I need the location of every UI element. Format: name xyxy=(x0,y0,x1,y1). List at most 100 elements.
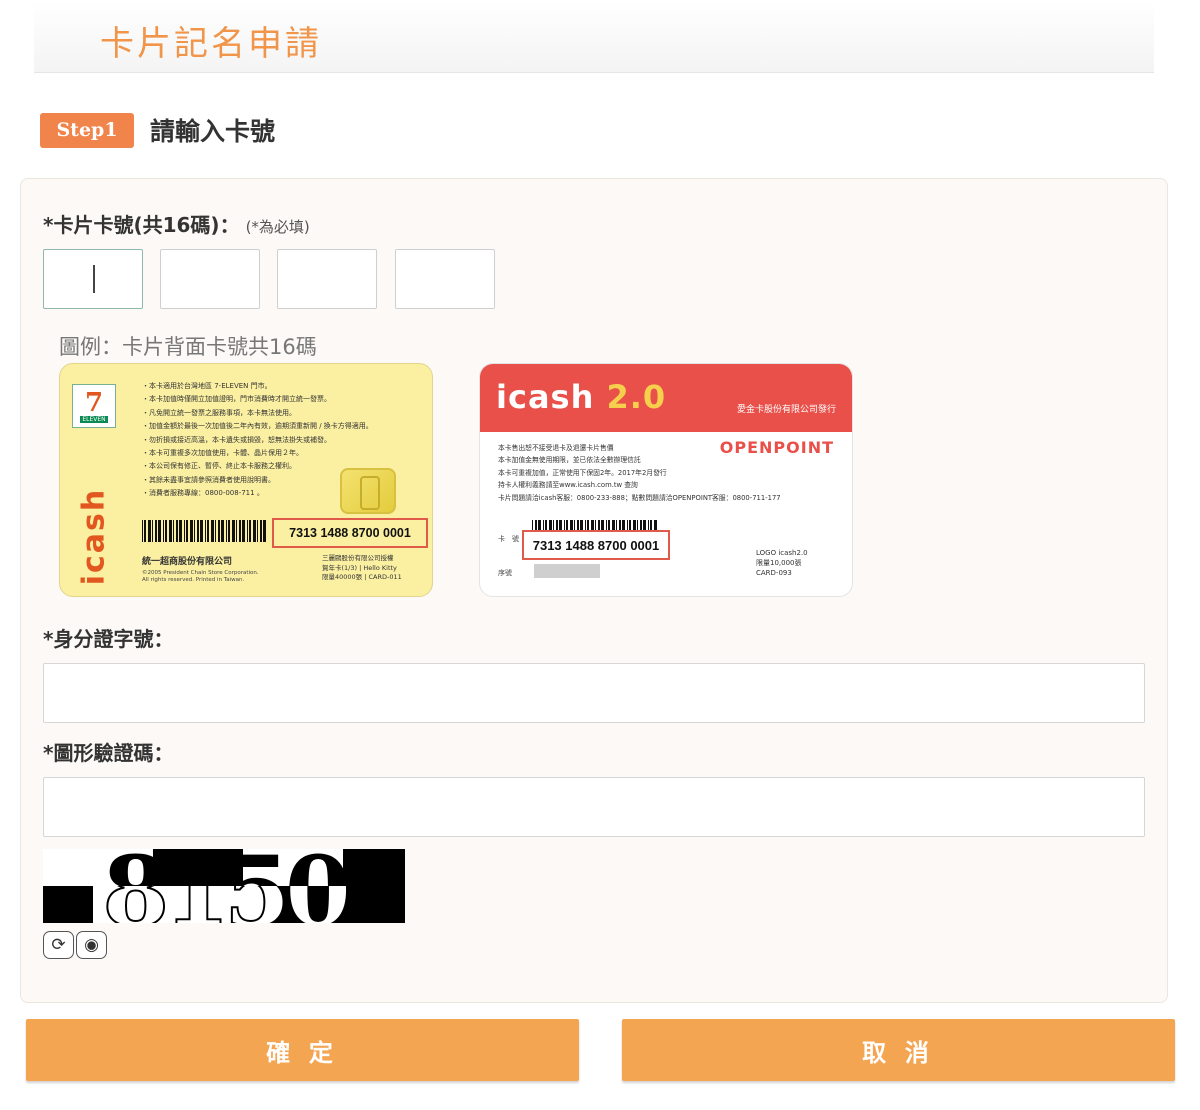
barcode-bar xyxy=(253,520,256,542)
chip-icon xyxy=(340,468,396,514)
barcode-icon xyxy=(142,520,268,542)
barcode-bar xyxy=(228,520,230,542)
barcode-bar xyxy=(186,520,188,542)
term-line: 本卡可重複加值，正常使用下保固2年。2017年2月發行 xyxy=(498,468,667,477)
icash-logo: icash 2.0 xyxy=(496,378,666,416)
confirm-button[interactable]: 確 定 xyxy=(26,1019,579,1081)
card-number-label: *卡片卡號(共16碼)： (*為必填) xyxy=(43,209,310,238)
license-line: 賀年卡(1/3) | Hello Kitty xyxy=(322,563,397,572)
barcode-bar xyxy=(263,520,266,542)
form-panel: *卡片卡號(共16碼)： (*為必填) 圖例：卡片背面卡號共16碼 7 ELEVE… xyxy=(20,178,1168,1003)
barcode-bar xyxy=(226,520,227,542)
barcode-bar xyxy=(221,520,224,542)
barcode-bar xyxy=(179,520,182,542)
term-line: ・凡免開立統一發票之服務事項，本卡無法使用。 xyxy=(142,408,296,417)
barcode-bar xyxy=(142,520,143,542)
icash-vertical-logo: icash xyxy=(74,484,114,588)
barcode-bar xyxy=(239,520,241,542)
captcha-image: 8150 8150 xyxy=(43,849,405,923)
captcha-input[interactable] xyxy=(43,777,1145,837)
example-card-icash2: icash 2.0 愛金卡股份有限公司發行 OPENPOINT 本卡售出恕不接受… xyxy=(479,363,853,597)
barcode-bar xyxy=(190,520,193,542)
card-issuer: 愛金卡股份有限公司發行 xyxy=(736,405,836,415)
card-number-segment-4[interactable] xyxy=(395,249,495,309)
seven-eleven-logo: 7 ELEVEN xyxy=(72,384,116,428)
card-number-label-text: *卡片卡號(共16碼)： xyxy=(43,213,240,237)
text-caret xyxy=(93,265,95,293)
id-number-label: *身分證字號： xyxy=(43,627,174,651)
id-number-input[interactable] xyxy=(43,663,1145,723)
barcode-bar xyxy=(232,520,235,542)
page-header: 卡片記名申請 xyxy=(34,0,1154,73)
card-number-highlight: 7313 1488 8700 0001 xyxy=(272,518,428,548)
captcha-tools: ⟳ ◉ xyxy=(43,931,107,959)
barcode-bar xyxy=(257,520,258,542)
barcode-bar xyxy=(205,520,206,542)
barcode-bar xyxy=(163,520,164,542)
barcode-bar xyxy=(155,520,157,542)
meta-line: 限量10,000張 xyxy=(756,559,802,567)
barcode-bar xyxy=(260,520,262,542)
card-number-label-small: 卡 號 xyxy=(498,535,519,543)
barcode-bar xyxy=(184,520,185,542)
barcode-bar xyxy=(152,520,153,542)
step-badge: Step1 xyxy=(40,112,134,148)
card-number-segment-3[interactable] xyxy=(277,249,377,309)
card-number-segment-2[interactable] xyxy=(160,249,260,309)
cancel-button[interactable]: 取 消 xyxy=(622,1019,1175,1081)
term-line: ・本卡加值時僅開立加值證明，門市消費時才開立統一發票。 xyxy=(142,395,331,404)
meta-line: CARD-093 xyxy=(756,569,792,577)
barcode-bar xyxy=(173,520,174,542)
icash-vertical-text: icash xyxy=(76,487,112,585)
barcode-bar xyxy=(207,520,209,542)
barcode-bar xyxy=(197,520,199,542)
logo-number: 7 xyxy=(84,387,104,418)
barcode-bar xyxy=(236,520,237,542)
term-line: 持卡人權利義務請至www.icash.com.tw 查詢 xyxy=(498,481,638,490)
barcode-bar xyxy=(247,520,248,542)
company-name: 統一超商股份有限公司 xyxy=(142,557,233,567)
copyright-line: ©2005 President Chain Store Corporation. xyxy=(142,570,259,576)
barcode-bar xyxy=(218,520,220,542)
term-line: 本卡加值金無使用期限，並已依法全數辦理信託 xyxy=(498,456,641,465)
barcode-bar xyxy=(176,520,178,542)
barcode-bar xyxy=(215,520,216,542)
logo-text: ELEVEN xyxy=(80,415,108,423)
barcode-bar xyxy=(211,520,214,542)
barcode-bar xyxy=(158,520,161,542)
term-line: 本卡售出恕不接受退卡及退還卡片售價 xyxy=(498,444,614,452)
step-heading: Step1 請輸入卡號 xyxy=(40,112,275,148)
card-number-highlight: 7313 1488 8700 0001 xyxy=(522,530,670,560)
barcode-bar xyxy=(249,520,251,542)
barcode-bar xyxy=(200,520,203,542)
serial-redacted xyxy=(534,564,600,578)
barcode-bar xyxy=(165,520,167,542)
icash-version: 2.0 xyxy=(606,378,667,416)
barcode-bar xyxy=(194,520,195,542)
term-line: ・加值金額於最後一次加值後二年內有效，逾期須重新開 / 換卡方得適用。 xyxy=(142,422,373,431)
step-title: 請輸入卡號 xyxy=(150,117,276,146)
term-line: 卡片問題請洽icash客服：0800-233-888；點數問題請洽OPENPOI… xyxy=(498,493,781,502)
license-line: 限量40000張 | CARD-011 xyxy=(322,573,402,581)
card-meta: LOGO icash2.0 限量10,000張 CARD-093 xyxy=(756,548,808,578)
meta-line: LOGO icash2.0 xyxy=(756,549,808,557)
copyright-line: All rights reserved. Printed in Taiwan. xyxy=(142,577,245,583)
term-line: ・本卡可重複多次加值使用，卡體、晶片保用２年。 xyxy=(142,449,303,458)
company-copyright: ©2005 President Chain Store Corporation.… xyxy=(142,570,259,584)
barcode-bar xyxy=(169,520,172,542)
license-line: 三麗鷗股份有限公司授權 xyxy=(322,554,394,562)
card-terms: 本卡售出恕不接受退卡及退還卡片售價 本卡加值金無使用期限，並已依法全數辦理信託 … xyxy=(498,442,838,504)
barcode-bar xyxy=(144,520,146,542)
serial-label: 序號 xyxy=(498,569,512,577)
barcode-bar xyxy=(148,520,151,542)
license-info: 三麗鷗股份有限公司授權 賀年卡(1/3) | Hello Kitty 限量400… xyxy=(322,554,402,583)
icash-logo-text: icash xyxy=(496,378,595,416)
term-line: ・勿折損或接近高溫，本卡遺失或損毀，恕無法掛失或補發。 xyxy=(142,435,331,444)
example-card-7eleven: 7 ELEVEN icash ・本卡適用於台灣地區 7-ELEVEN 門市。 ・… xyxy=(59,363,433,597)
required-note: (*為必填) xyxy=(245,218,310,236)
refresh-icon[interactable]: ⟳ xyxy=(43,931,74,959)
captcha-label: *圖形驗證碼： xyxy=(43,741,174,765)
example-caption: 圖例：卡片背面卡號共16碼 xyxy=(59,335,317,359)
audio-icon[interactable]: ◉ xyxy=(76,931,107,959)
term-line: ・本卡適用於台灣地區 7-ELEVEN 門市。 xyxy=(142,382,272,390)
